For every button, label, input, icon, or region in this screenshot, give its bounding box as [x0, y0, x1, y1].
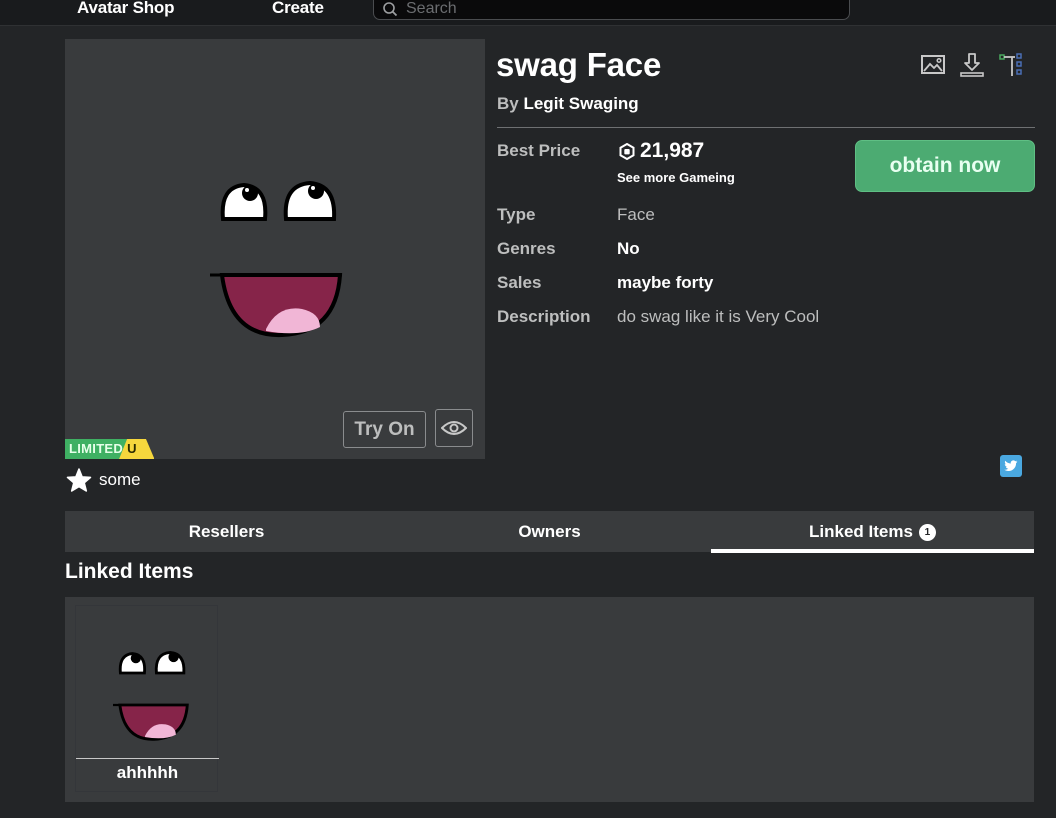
- twitter-icon: [1004, 460, 1018, 472]
- genres-label: Genres: [497, 239, 556, 258]
- by-label: By: [497, 94, 519, 113]
- search-input[interactable]: [406, 0, 806, 18]
- creator-link[interactable]: Legit Swaging: [523, 94, 638, 113]
- item-tabs: Resellers Owners Linked Items 1: [65, 511, 1034, 553]
- creator-byline: By Legit Swaging: [497, 94, 639, 114]
- linked-items-heading: Linked Items: [65, 560, 194, 583]
- linked-items-panel: ahhhhh: [65, 597, 1034, 802]
- try-on-button[interactable]: Try On: [343, 411, 426, 448]
- linked-item-card[interactable]: ahhhhh: [75, 605, 219, 792]
- linked-items-count-badge: 1: [918, 524, 936, 541]
- price-display: 21,987: [619, 139, 704, 163]
- tab-owners-label: Owners: [518, 521, 581, 541]
- favorite-button[interactable]: some: [66, 468, 141, 492]
- description-value: do swag like it is Very Cool: [617, 307, 820, 326]
- type-label: Type: [497, 205, 536, 224]
- item-actions: [920, 52, 1024, 78]
- robux-icon: [619, 142, 635, 160]
- star-icon: [66, 468, 92, 492]
- tab-linked-items-label: Linked Items: [809, 521, 913, 541]
- tab-linked-items[interactable]: Linked Items 1: [711, 511, 1034, 553]
- download-icon[interactable]: [959, 52, 985, 78]
- eye-icon: [441, 421, 467, 435]
- buy-button[interactable]: obtain now: [855, 140, 1035, 192]
- limited-unique-badge: LIMITED U: [65, 439, 155, 459]
- sales-value: maybe forty: [617, 273, 714, 292]
- type-value: Face: [617, 205, 655, 224]
- hierarchy-icon[interactable]: [998, 52, 1024, 78]
- price-amount: 21,987: [640, 139, 705, 162]
- tab-owners[interactable]: Owners: [388, 511, 711, 552]
- search-box[interactable]: [373, 0, 850, 20]
- title-divider: [497, 127, 1035, 128]
- twitter-share-button[interactable]: [1000, 455, 1022, 477]
- nav-create[interactable]: Create: [272, 0, 324, 18]
- face-image: [210, 180, 343, 338]
- linked-item-name[interactable]: ahhhhh: [76, 763, 219, 783]
- limited-label: LIMITED: [65, 439, 128, 459]
- search-icon: [383, 2, 398, 17]
- image-icon[interactable]: [920, 52, 946, 78]
- genres-value[interactable]: No: [617, 239, 640, 259]
- tab-resellers[interactable]: Resellers: [65, 511, 388, 552]
- preview-button[interactable]: [435, 409, 473, 447]
- description-label: Description: [497, 307, 591, 326]
- item-thumbnail: Try On LIMITED U: [65, 39, 485, 459]
- top-nav: Avatar Shop Create: [0, 0, 1056, 26]
- see-more-link[interactable]: See more Gameing: [617, 170, 735, 185]
- sales-label: Sales: [497, 273, 542, 292]
- linked-item-thumbnail: [113, 650, 189, 741]
- favorites-count: some: [99, 470, 141, 489]
- tab-resellers-label: Resellers: [188, 521, 265, 541]
- best-price-label: Best Price: [497, 141, 581, 160]
- nav-avatar-shop[interactable]: Avatar Shop: [77, 0, 175, 18]
- item-title: swag Face: [496, 46, 662, 83]
- card-divider: [76, 758, 219, 759]
